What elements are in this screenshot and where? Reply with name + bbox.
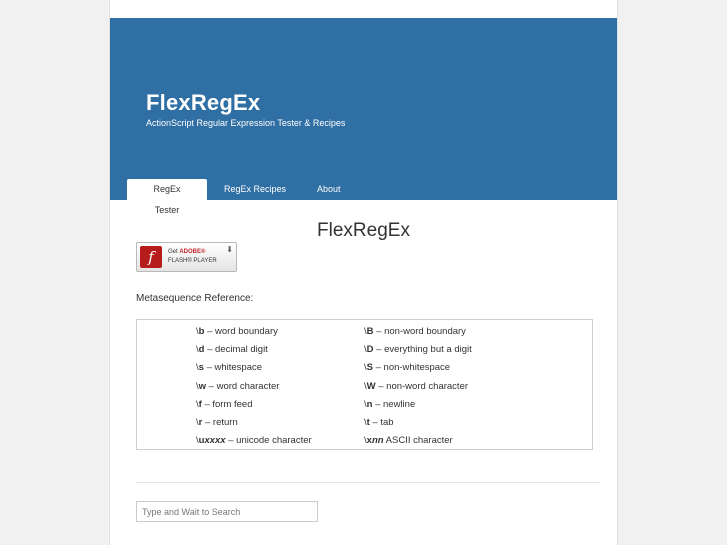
- metasequence-table: \b – word boundary \B – non-word boundary…: [136, 319, 593, 450]
- site-header: FlexRegEx ActionScript Regular Expressio…: [110, 18, 617, 215]
- page-container: FlexRegEx ActionScript Regular Expressio…: [109, 0, 618, 545]
- metasequence-cell: \t – tab: [364, 416, 394, 428]
- metasequence-cell: \w – word character: [196, 380, 280, 392]
- site-title[interactable]: FlexRegEx: [146, 90, 260, 116]
- metasequence-cell: \n – newline: [364, 398, 416, 410]
- metasequence-placeholder: nn: [371, 435, 384, 447]
- table-row: \s – whitespace \S – non-whitespace: [137, 359, 592, 377]
- metasequence-rows: \b – word boundary \B – non-word boundary…: [137, 323, 592, 450]
- metasequence-cell: \B – non-word boundary: [364, 326, 466, 337]
- get-flash-player-button[interactable]: f Get ADOBE® FLASH® PLAYER ⬇: [136, 242, 237, 272]
- metasequence-cell: \uxxxx – unicode character: [196, 435, 312, 447]
- table-row: \f – form feed \n – newline: [137, 396, 592, 414]
- page-title: FlexRegEx: [317, 220, 410, 241]
- metasequence-placeholder: xxxx: [204, 435, 226, 447]
- metasequence-description: – whitespace: [203, 362, 263, 374]
- metasequence-cell: \xnn ASCII character: [364, 435, 453, 447]
- nav-item-regex-tester[interactable]: RegEx Tester: [127, 179, 207, 215]
- search-input[interactable]: [136, 501, 318, 522]
- flash-logo-icon: f: [140, 246, 162, 268]
- metasequence-code: w: [198, 380, 207, 392]
- flash-badge-line1: Get ADOBE®: [168, 249, 206, 255]
- flash-badge-line2: FLASH® PLAYER: [168, 258, 217, 264]
- site-description: ActionScript Regular Expression Tester &…: [146, 118, 346, 128]
- metasequence-code: B: [366, 326, 374, 337]
- metasequence-description: – everything but a digit: [373, 344, 472, 356]
- divider: [136, 482, 600, 483]
- table-row: \uxxxx – unicode character \xnn ASCII cha…: [137, 432, 592, 450]
- metasequence-description: – return: [202, 416, 238, 428]
- table-row: \b – word boundary \B – non-word boundary: [137, 323, 592, 341]
- metasequence-description: – non-word boundary: [373, 326, 466, 337]
- metasequence-description: – non-whitespace: [372, 362, 451, 374]
- metasequence-cell: \r – return: [196, 416, 238, 428]
- metasequence-code: W: [366, 380, 376, 392]
- metasequence-description: – decimal digit: [204, 344, 268, 356]
- nav-item-about[interactable]: About: [303, 179, 355, 200]
- metasequence-description: – word character: [206, 380, 280, 392]
- metasequence-description: ASCII character: [383, 435, 453, 447]
- metasequence-cell: \D – everything but a digit: [364, 344, 472, 356]
- table-row: \d – decimal digit \D – everything but a …: [137, 341, 592, 359]
- download-arrow-icon: ⬇: [226, 245, 233, 254]
- metasequence-cell: \S – non-whitespace: [364, 362, 451, 374]
- table-row: \w – word character \W – non-word charact…: [137, 378, 592, 396]
- nav-item-regex-recipes[interactable]: RegEx Recipes: [210, 179, 300, 200]
- metasequence-description: – unicode character: [225, 435, 312, 447]
- table-row: \r – return \t – tab: [137, 414, 592, 432]
- metasequence-description: – tab: [369, 416, 394, 428]
- metasequence-code: D: [366, 344, 374, 356]
- metasequence-description: – newline: [372, 398, 416, 410]
- metasequence-description: – non-word character: [375, 380, 469, 392]
- metasequence-cell: \d – decimal digit: [196, 344, 268, 356]
- metasequence-cell: \f – form feed: [196, 398, 253, 410]
- metasequence-description: – form feed: [201, 398, 253, 410]
- main-nav: RegEx Tester RegEx Recipes About: [127, 179, 358, 215]
- metasequence-cell: \W – non-word character: [364, 380, 469, 392]
- metasequence-label: Metasequence Reference:: [136, 293, 254, 304]
- metasequence-cell: \b – word boundary: [196, 326, 278, 337]
- metasequence-description: – word boundary: [204, 326, 278, 337]
- metasequence-cell: \s – whitespace: [196, 362, 263, 374]
